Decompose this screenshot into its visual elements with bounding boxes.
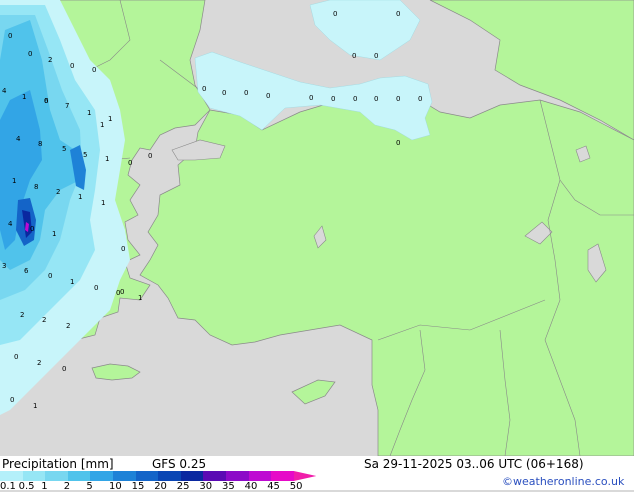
legend-tick-label: 20	[154, 481, 167, 492]
map-label: 1	[105, 155, 109, 163]
map-label: 1	[138, 294, 142, 302]
map-label: 0	[244, 89, 248, 97]
legend-tick-label: 5	[86, 481, 93, 492]
legend-tick-label: 35	[222, 481, 235, 492]
map-label: 2	[42, 316, 46, 324]
map-label: 0	[222, 89, 226, 97]
map-label: 0	[28, 50, 32, 58]
legend-tick-label: 1	[41, 481, 48, 492]
legend-swatch	[293, 471, 317, 481]
map-label: 4	[8, 220, 13, 228]
legend-tick-label: 0.1	[0, 481, 16, 492]
map-label: 0	[202, 85, 206, 93]
map-label: 0	[8, 32, 12, 40]
map-label: 0	[94, 284, 98, 292]
map-label: 5	[62, 145, 66, 153]
map-label: 2	[37, 359, 41, 367]
map-label: 3	[2, 262, 6, 270]
map-label: 1	[52, 230, 56, 238]
map-label: 2	[56, 188, 60, 196]
legend-swatch	[203, 471, 226, 481]
map-label: 1	[12, 177, 16, 185]
legend-swatch	[45, 471, 68, 481]
legend-swatch	[135, 471, 159, 481]
legend-swatch	[22, 471, 46, 481]
map-label: 8	[38, 140, 42, 148]
legend-tick-label: 0.5	[18, 481, 35, 492]
legend-tick-label: 50	[289, 481, 303, 492]
map-label: 6	[24, 267, 29, 275]
legend-tick-label: 40	[244, 481, 258, 492]
map-label: 1	[101, 199, 105, 207]
map-label: 0	[353, 95, 357, 103]
map-label: 4	[16, 135, 21, 143]
legend-swatch	[113, 471, 136, 481]
map-label: 0	[266, 92, 270, 100]
map-label: 2	[48, 56, 52, 64]
map-label: 2	[20, 311, 24, 319]
map-label: 0	[14, 353, 18, 361]
valid-datetime: Sa 29-11-2025 03..06 UTC (06+168)	[364, 457, 584, 471]
legend-tick-label: 25	[176, 481, 190, 492]
map-label: 1	[100, 121, 104, 129]
map-label: 1	[22, 93, 26, 101]
map-label: 7	[65, 102, 69, 110]
legend-swatch	[0, 471, 23, 481]
legend-swatch	[67, 471, 91, 481]
legend-swatch	[248, 471, 272, 481]
map-label: 0	[333, 10, 337, 18]
map-label: 0	[374, 52, 378, 60]
map-label: 0	[48, 272, 52, 280]
map-label: 0	[309, 94, 313, 102]
legend-swatch	[180, 471, 204, 481]
map-label: 8	[34, 183, 38, 191]
legend-swatch	[90, 471, 113, 481]
map-label: 0	[396, 10, 400, 18]
map-label: 1	[108, 115, 112, 123]
map-label: 2	[66, 322, 70, 330]
map-label: 1	[70, 278, 74, 286]
map-label: 0	[148, 152, 152, 160]
map-title: Precipitation [mm]	[2, 457, 114, 471]
map-label: 0	[396, 95, 400, 103]
map-label: 6	[44, 97, 49, 105]
legend-tick-label: 2	[63, 481, 71, 492]
legend-tick-label: 30	[199, 481, 213, 492]
map-label: 4	[2, 87, 7, 95]
map-label: 0	[396, 139, 400, 147]
map-label: 0	[352, 52, 356, 60]
map-label: 0	[374, 95, 378, 103]
map-label: 1	[78, 193, 82, 201]
map-label: 1	[87, 109, 91, 117]
precipitation-map: 0 0 0 0 0 0 0 0 0 0 0 0 0 0 0 0 0 2 0 0 …	[0, 0, 634, 457]
precip-legend-bar	[0, 471, 330, 481]
legend-tick-label: 15	[131, 481, 145, 492]
legend-tick-label: 45	[267, 481, 280, 492]
map-label: 0	[92, 66, 96, 74]
legend-tick-label: 10	[109, 481, 122, 492]
map-label: 0	[70, 62, 74, 70]
map-label: 0	[418, 95, 422, 103]
map-label: 0	[30, 225, 34, 233]
legend-swatch	[271, 471, 294, 481]
legend-swatch	[226, 471, 249, 481]
map-label: 5	[83, 151, 87, 159]
model-name: GFS 0.25	[152, 457, 207, 471]
map-label: 0	[10, 396, 14, 404]
map-label: 0	[120, 288, 124, 296]
map-label: 0	[121, 245, 125, 253]
legend-swatch	[158, 471, 181, 481]
map-label: 0	[331, 95, 335, 103]
map-label: 0	[128, 159, 132, 167]
credit-link[interactable]: ©weatheronline.co.uk	[502, 475, 624, 488]
map-label: 0	[62, 365, 66, 373]
map-label: 1	[33, 402, 37, 410]
